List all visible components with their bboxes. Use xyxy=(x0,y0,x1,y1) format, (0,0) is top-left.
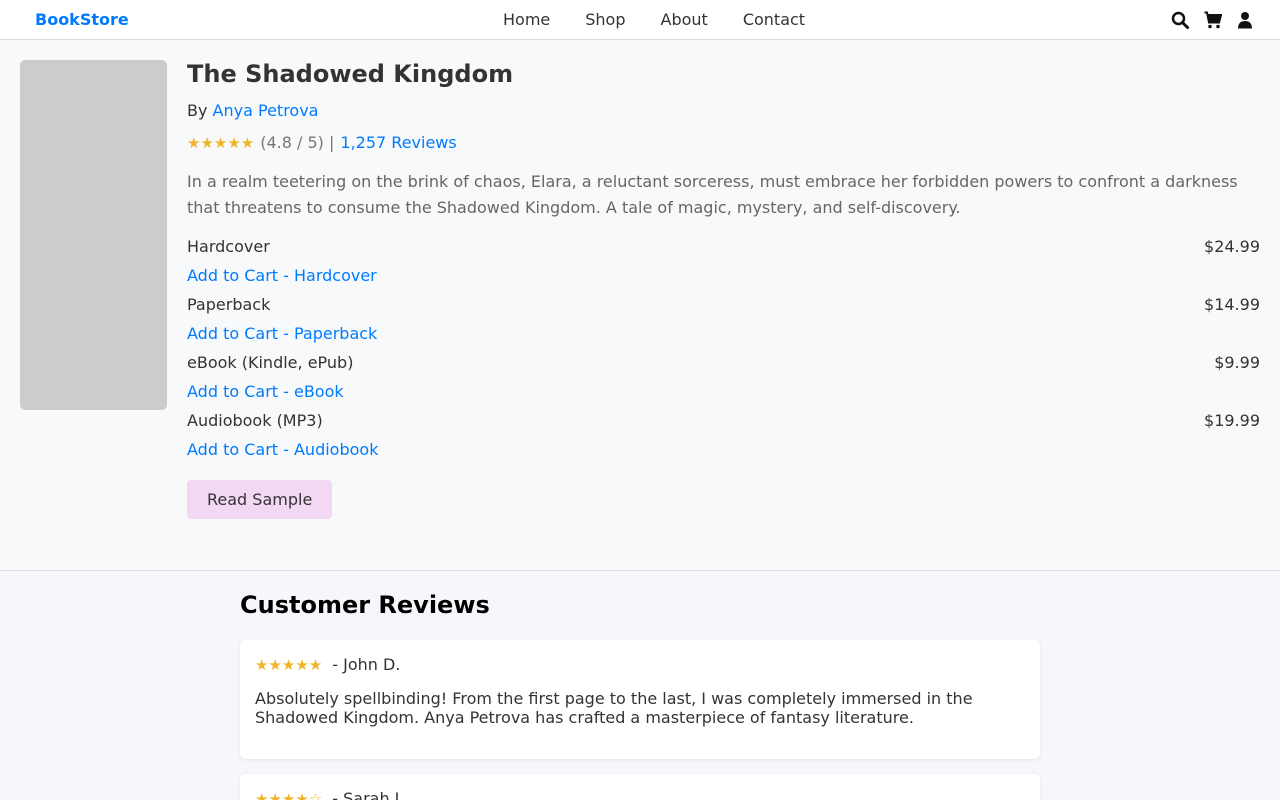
nav-about[interactable]: About xyxy=(661,10,708,29)
format-list: Hardcover $24.99 Add to Cart - Hardcover… xyxy=(187,237,1260,460)
top-navbar: BookStore Home Shop About Contact xyxy=(0,0,1280,40)
format-row-paperback: Paperback $14.99 xyxy=(187,295,1260,315)
add-to-cart-ebook[interactable]: Add to Cart - eBook xyxy=(187,382,1260,402)
review-text: Absolutely spellbinding! From the first … xyxy=(255,689,973,727)
review-card: ★★★★★ - John D. Absolutely spellbinding!… xyxy=(240,640,1040,759)
author-link[interactable]: Anya Petrova xyxy=(213,101,319,120)
format-name: Audiobook (MP3) xyxy=(187,411,323,430)
book-details: The Shadowed Kingdom By Anya Petrova ★★★… xyxy=(187,60,1260,519)
nav-shop[interactable]: Shop xyxy=(585,10,625,29)
read-sample-button[interactable]: Read Sample xyxy=(187,480,333,519)
author-line: By Anya Petrova xyxy=(187,101,1260,120)
format-price: $9.99 xyxy=(1214,353,1260,372)
format-price: $24.99 xyxy=(1204,237,1260,256)
nav-home[interactable]: Home xyxy=(503,10,550,29)
book-title: The Shadowed Kingdom xyxy=(187,60,514,88)
reviews-title: Customer Reviews xyxy=(240,591,490,619)
header-icons xyxy=(1171,11,1253,29)
format-row-hardcover: Hardcover $24.99 xyxy=(187,237,1260,257)
format-name: Hardcover xyxy=(187,237,270,256)
add-to-cart-paperback[interactable]: Add to Cart - Paperback xyxy=(187,324,1260,344)
review-header: ★★★★☆ - Sarah L. xyxy=(255,789,1025,800)
review-author: - Sarah L. xyxy=(332,789,409,800)
brand-logo-link[interactable]: BookStore xyxy=(35,10,129,29)
format-row-audiobook: Audiobook (MP3) $19.99 xyxy=(187,411,1260,431)
reviews-count-link[interactable]: 1,257 Reviews xyxy=(340,133,456,152)
add-to-cart-hardcover[interactable]: Add to Cart - Hardcover xyxy=(187,266,1260,286)
nav-contact[interactable]: Contact xyxy=(743,10,805,29)
review-stars: ★★★★☆ xyxy=(255,789,323,800)
review-header: ★★★★★ - John D. xyxy=(255,655,1025,674)
cart-icon[interactable] xyxy=(1204,11,1222,29)
format-price: $14.99 xyxy=(1204,295,1260,314)
user-icon[interactable] xyxy=(1237,11,1253,29)
book-description: In a realm teetering on the brink of cha… xyxy=(187,172,1238,217)
review-card: ★★★★☆ - Sarah L. xyxy=(240,774,1040,800)
review-author: - John D. xyxy=(332,655,401,674)
rating-text: (4.8 / 5) | xyxy=(260,133,335,152)
format-row-ebook: eBook (Kindle, ePub) $9.99 xyxy=(187,353,1260,373)
search-icon[interactable] xyxy=(1171,11,1189,29)
format-name: Paperback xyxy=(187,295,271,314)
rating-stars: ★★★★★ xyxy=(187,133,255,152)
rating-line: ★★★★★ (4.8 / 5) | 1,257 Reviews xyxy=(187,133,1260,152)
format-name: eBook (Kindle, ePub) xyxy=(187,353,354,372)
by-label: By xyxy=(187,101,208,120)
format-price: $19.99 xyxy=(1204,411,1260,430)
book-cover-image xyxy=(20,60,167,410)
main-nav: Home Shop About Contact xyxy=(503,10,840,29)
add-to-cart-audiobook[interactable]: Add to Cart - Audiobook xyxy=(187,440,1260,460)
review-stars: ★★★★★ xyxy=(255,655,323,674)
reviews-section: Customer Reviews ★★★★★ - John D. Absolut… xyxy=(0,570,1280,800)
